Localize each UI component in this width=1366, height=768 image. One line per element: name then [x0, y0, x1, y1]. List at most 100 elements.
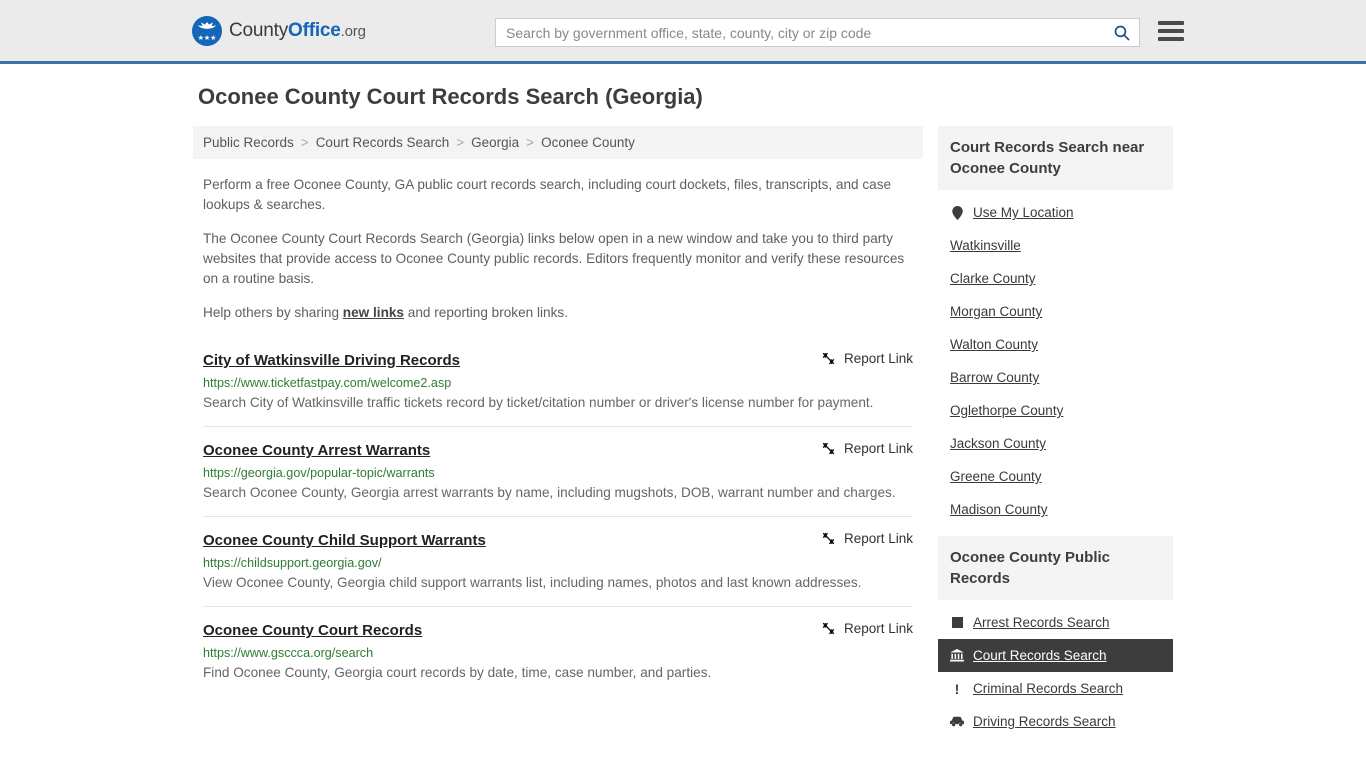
- public-records-panel-heading: Oconee County Public Records: [938, 536, 1173, 600]
- intro-text-before: Help others by sharing: [203, 305, 343, 320]
- nearby-item-barrow-county[interactable]: Barrow County: [938, 361, 1173, 394]
- nearby-item-oglethorpe-county[interactable]: Oglethorpe County: [938, 394, 1173, 427]
- result-item: Oconee County Court Records Report Link ht…: [203, 606, 913, 696]
- result-url: https://www.ticketfastpay.com/welcome2.a…: [203, 376, 452, 390]
- exclamation-icon: !: [954, 680, 960, 697]
- sidebar-item-label: Morgan County: [950, 304, 1043, 319]
- breadcrumb-item-3[interactable]: Georgia: [471, 135, 519, 150]
- nearby-item-jackson-county[interactable]: Jackson County: [938, 427, 1173, 460]
- nearby-item-use-my-location[interactable]: Use My Location: [938, 196, 1173, 229]
- intro-paragraph-1: Perform a free Oconee County, GA public …: [203, 177, 892, 212]
- sidebar-item-label: Barrow County: [950, 370, 1040, 385]
- sidebar-item-label: Walton County: [950, 337, 1039, 352]
- sidebar-item-label: Greene County: [950, 469, 1042, 484]
- result-item: Oconee County Child Support Warrants Repo…: [203, 516, 913, 606]
- result-header: City of Watkinsville Driving Records Repo…: [203, 351, 913, 371]
- result-header: Oconee County Arrest Warrants Report Link: [203, 441, 913, 461]
- result-header: Oconee County Child Support Warrants Repo…: [203, 531, 913, 551]
- logo-text: CountyOffice.org: [229, 20, 366, 42]
- breadcrumb-item-1[interactable]: Public Records: [203, 135, 294, 150]
- search-input[interactable]: [496, 19, 1103, 46]
- sidebar-item-label: Madison County: [950, 502, 1048, 517]
- breadcrumb-separator: >: [456, 135, 465, 150]
- search-button[interactable]: [1103, 19, 1139, 46]
- stars-icon: ★★★: [197, 34, 217, 42]
- result-description: Search Oconee County, Georgia arrest war…: [203, 485, 896, 500]
- public-records-item-criminal-records-search[interactable]: ! Criminal Records Search: [938, 672, 1173, 705]
- public-records-item-arrest-records-search[interactable]: Arrest Records Search: [938, 606, 1173, 639]
- result-item: Oconee County Arrest Warrants Report Link…: [203, 426, 913, 516]
- report-link-label: Report Link: [843, 531, 913, 546]
- intro-paragraph-3: Help others by sharing new links and rep…: [203, 303, 913, 323]
- result-title-link[interactable]: City of Watkinsville Driving Records: [203, 351, 460, 371]
- breadcrumb-separator: >: [300, 135, 309, 150]
- broken-link-icon: [822, 352, 835, 365]
- county-office-emblem-icon: ★★★: [192, 15, 222, 46]
- report-link-button[interactable]: Report Link: [805, 531, 913, 546]
- result-description: View Oconee County, Georgia child suppor…: [203, 575, 862, 590]
- nearby-item-morgan-county[interactable]: Morgan County: [938, 295, 1173, 328]
- logo-text-tld: .org: [340, 22, 366, 40]
- sidebar-item-label: Criminal Records Search: [973, 681, 1124, 696]
- public-records-item-driving-records-search[interactable]: Driving Records Search: [938, 705, 1173, 738]
- report-link-label: Report Link: [843, 621, 913, 636]
- search-bar: [495, 18, 1140, 47]
- report-link-label: Report Link: [843, 441, 913, 456]
- main-content: Public Records > Court Records Search > Geor…: [193, 126, 923, 748]
- logo-text-county: County: [229, 19, 289, 41]
- map-pin-glyph: [951, 205, 963, 220]
- intro-section: Perform a free Oconee County, GA public …: [193, 175, 923, 323]
- result-title-link[interactable]: Oconee County Arrest Warrants: [203, 441, 430, 461]
- public-records-panel-items: Arrest Records Search Court Records Searc…: [938, 600, 1173, 738]
- logo-text-office: Office: [288, 19, 341, 41]
- result-item: City of Watkinsville Driving Records Repo…: [203, 343, 913, 426]
- result-description: Search City of Watkinsville traffic tick…: [203, 395, 874, 410]
- report-link-label: Report Link: [843, 351, 913, 366]
- page-container: Oconee County Court Records Search (Geor…: [193, 64, 1173, 748]
- sidebar-item-label: Clarke County: [950, 271, 1036, 286]
- nearby-item-walton-county[interactable]: Walton County: [938, 328, 1173, 361]
- nearby-panel: Court Records Search near Oconee County …: [938, 126, 1173, 526]
- sidebar-item-label: Use My Location: [973, 205, 1074, 220]
- nearby-item-madison-county[interactable]: Madison County: [938, 493, 1173, 526]
- breadcrumb-item-2[interactable]: Court Records Search: [316, 135, 450, 150]
- public-records-item-court-records-search[interactable]: Court Records Search: [938, 639, 1173, 672]
- hamburger-bar-1: [1158, 21, 1184, 25]
- result-header: Oconee County Court Records Report Link: [203, 621, 913, 641]
- sidebar-item-label: Arrest Records Search: [973, 615, 1110, 630]
- new-links-link[interactable]: new links: [343, 305, 404, 320]
- broken-link-icon: [822, 622, 835, 635]
- car-icon: [950, 715, 964, 729]
- nearby-item-greene-county[interactable]: Greene County: [938, 460, 1173, 493]
- results-list: City of Watkinsville Driving Records Repo…: [193, 343, 923, 696]
- site-logo[interactable]: ★★★ CountyOffice.org: [192, 15, 366, 46]
- hamburger-menu-button[interactable]: [1158, 21, 1184, 41]
- nearby-item-watkinsville[interactable]: Watkinsville: [938, 229, 1173, 262]
- eagle-icon: [197, 21, 217, 29]
- result-title-link[interactable]: Oconee County Court Records: [203, 621, 422, 641]
- report-link-button[interactable]: Report Link: [805, 351, 913, 366]
- square-icon: [950, 616, 964, 630]
- report-link-button[interactable]: Report Link: [805, 441, 913, 456]
- nearby-panel-heading: Court Records Search near Oconee County: [938, 126, 1173, 190]
- search-icon: [1114, 25, 1129, 41]
- nearby-item-clarke-county[interactable]: Clarke County: [938, 262, 1173, 295]
- nearby-panel-items: Use My Location Watkinsville Clarke County…: [938, 190, 1173, 526]
- sidebar: Court Records Search near Oconee County …: [938, 126, 1173, 748]
- report-link-button[interactable]: Report Link: [805, 621, 913, 636]
- sidebar-item-label: Watkinsville: [950, 238, 1021, 253]
- result-url: https://childsupport.georgia.gov/: [203, 556, 382, 570]
- site-header: ★★★ CountyOffice.org: [0, 0, 1366, 64]
- page-title: Oconee County Court Records Search (Geor…: [198, 84, 703, 109]
- hamburger-bar-2: [1158, 29, 1184, 33]
- result-url: https://www.gsccca.org/search: [203, 646, 374, 660]
- broken-link-icon: [822, 442, 835, 455]
- breadcrumb-separator: >: [526, 135, 535, 150]
- sidebar-item-label: Jackson County: [950, 436, 1047, 451]
- result-description: Find Oconee County, Georgia court record…: [203, 665, 712, 680]
- breadcrumb: Public Records > Court Records Search > Geor…: [193, 126, 923, 159]
- sidebar-item-label: Driving Records Search: [973, 714, 1116, 729]
- breadcrumb-item-4[interactable]: Oconee County: [541, 135, 635, 150]
- result-url: https://georgia.gov/popular-topic/warran…: [203, 466, 435, 480]
- result-title-link[interactable]: Oconee County Child Support Warrants: [203, 531, 486, 551]
